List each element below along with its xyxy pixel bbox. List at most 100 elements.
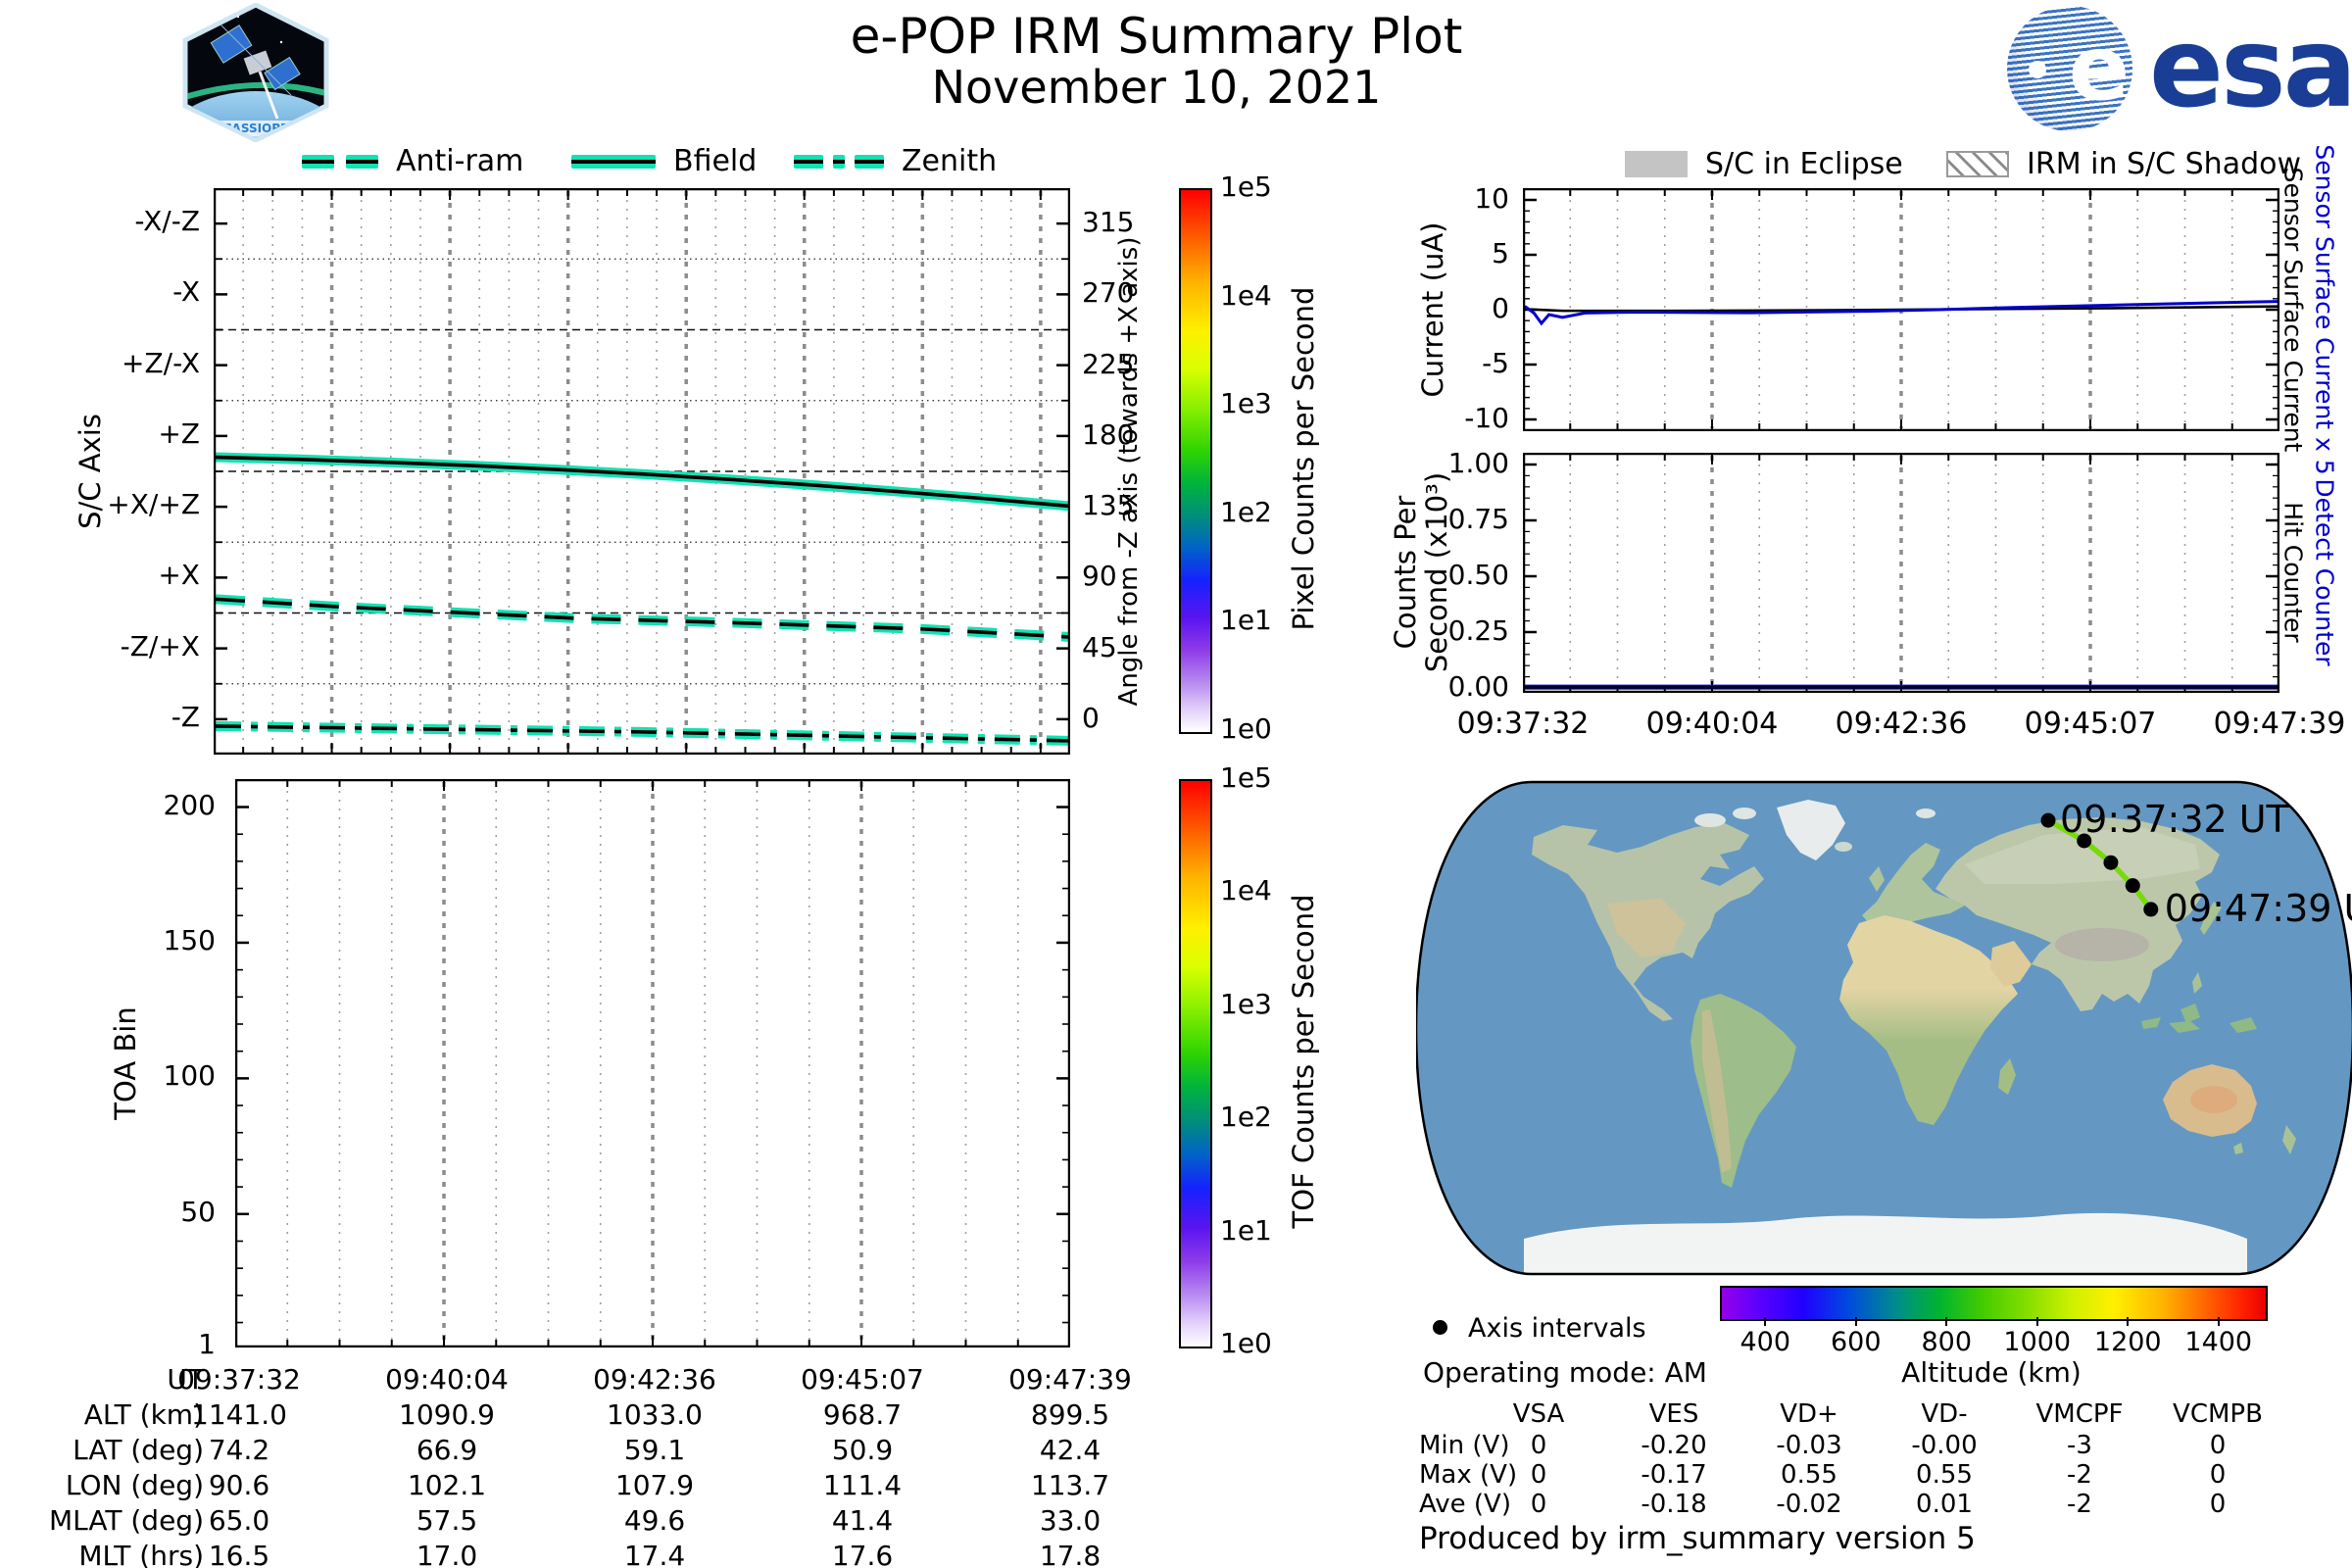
pixel-colorbar-caption: Pixel Counts per Second — [1287, 286, 1320, 631]
current-ytick: -10 — [1464, 402, 1509, 434]
right-time-tick: 09:42:36 — [1835, 707, 1968, 741]
voltage-cell: -0.00 — [1911, 1431, 1978, 1460]
counts-ytick: 0.50 — [1447, 559, 1509, 591]
voltage-cell: 0.55 — [1916, 1460, 1973, 1490]
ephemeris-cell: 17.4 — [623, 1540, 686, 1568]
legend-irm-shadow: IRM in S/C Shadow — [1946, 147, 2301, 181]
ephemeris-cell: 113.7 — [1030, 1469, 1110, 1501]
sc-axis-plot — [214, 188, 1070, 755]
voltage-cell: -0.17 — [1641, 1460, 1707, 1490]
right-time-tick: 09:40:04 — [1645, 707, 1779, 741]
voltage-cell: -3 — [2067, 1431, 2092, 1460]
zenith-dashdot-icon — [794, 154, 884, 169]
ephemeris-cell: 42.4 — [1039, 1434, 1102, 1466]
sc-left-tick: -Z/+X — [120, 629, 200, 662]
legend-zenith-label: Zenith — [902, 144, 998, 178]
epop-irm-summary-figure: CASSIOPE e-POP IRM Summary Plot November… — [0, 0, 2352, 1568]
sc-right-tick: 270 — [1082, 276, 1135, 310]
tof-cbar-tick: 1e2 — [1220, 1101, 1272, 1134]
legend-eclipse: S/C in Eclipse — [1625, 147, 1903, 181]
voltage-cell: 0 — [2209, 1460, 2227, 1490]
sc-right-tick: 45 — [1082, 630, 1117, 663]
ephemeris-cell: 1090.9 — [399, 1398, 495, 1431]
toa-ytick: 100 — [163, 1059, 216, 1093]
ephemeris-cell: 65.0 — [208, 1504, 270, 1537]
esa-globe-icon: e — [2007, 6, 2132, 131]
sc-left-tick: -Z — [171, 700, 200, 733]
sc-left-tick: +Z — [158, 416, 200, 450]
altitude-colorbar — [1720, 1286, 2268, 1321]
trajectory-end-label: 09:47:39 UT — [2164, 886, 2352, 930]
legend-anti-ram-label: Anti-ram — [396, 144, 524, 178]
right-time-tick: 09:45:07 — [2024, 707, 2157, 741]
esa-logo: e esa — [2007, 6, 2352, 133]
ephemeris-cell: 17.0 — [416, 1540, 478, 1568]
voltage-col-header: VD+ — [1780, 1399, 1838, 1429]
ephemeris-cell: 899.5 — [1030, 1398, 1110, 1431]
axis-intervals-label: Axis intervals — [1468, 1313, 1646, 1344]
alt-cbar-tickmark — [1854, 1317, 1857, 1326]
alt-cbar-tickmark — [2127, 1317, 2130, 1326]
produced-by-note: Produced by irm_summary version 5 — [1419, 1521, 1976, 1556]
ephemeris-cell: 16.5 — [208, 1540, 270, 1568]
alt-cbar-tickmark — [2217, 1317, 2220, 1326]
ephemeris-cell: 09:37:32 — [177, 1363, 301, 1396]
tof-colorbar — [1179, 779, 1212, 1348]
ephemeris-cell: 09:45:07 — [801, 1363, 924, 1396]
voltage-cell: 0 — [1530, 1460, 1547, 1490]
ephemeris-cell: 968.7 — [822, 1398, 903, 1431]
eclipse-swatch-icon — [1625, 151, 1688, 177]
ephemeris-cell: 1141.0 — [191, 1398, 287, 1431]
legend-zenith: Zenith — [794, 144, 997, 178]
ephemeris-cell: 17.6 — [831, 1540, 894, 1568]
sc-right-tick: 180 — [1082, 417, 1135, 451]
sc-right-tick: 90 — [1082, 560, 1117, 593]
current-ytick: 0 — [1492, 292, 1509, 324]
voltage-cell: -2 — [2067, 1460, 2092, 1490]
alt-cbar-tickmark — [2035, 1317, 2038, 1326]
toa-ytick: 150 — [163, 923, 216, 956]
ephemeris-cell: 17.8 — [1039, 1540, 1102, 1568]
alt-cbar-tickmark — [1764, 1317, 1767, 1326]
voltage-col-header: VCMPB — [2173, 1399, 2263, 1429]
sc-left-tick: +X/+Z — [107, 488, 200, 521]
bfield-line-icon — [571, 154, 656, 169]
toa-ytick: 50 — [180, 1195, 216, 1228]
current-ytick: 5 — [1492, 237, 1509, 270]
ephemeris-cell: 102.1 — [407, 1469, 487, 1501]
counts-right-label-inner: Hit Counter — [2278, 502, 2308, 643]
legend-bfield-label: Bfield — [673, 144, 758, 178]
tof-cbar-tick: 1e1 — [1220, 1213, 1272, 1247]
ephemeris-cell: 111.4 — [822, 1469, 903, 1501]
sensor-current-plot — [1523, 188, 2279, 431]
alt-cbar-tick: 800 — [1921, 1327, 1973, 1357]
voltage-cell: -0.20 — [1641, 1431, 1707, 1460]
ephemeris-cell: 33.0 — [1039, 1504, 1102, 1537]
page-subtitle: November 10, 2021 — [931, 61, 1382, 114]
current-right-label-outer: Sensor Surface Current x 5 — [2310, 144, 2339, 475]
esa-wordmark: esa — [2149, 5, 2352, 132]
voltage-cell: 0.01 — [1916, 1490, 1973, 1519]
sc-left-tick: +Z/-X — [122, 346, 200, 379]
tof-cbar-tick: 1e3 — [1220, 987, 1272, 1020]
counter-rates-plot — [1523, 453, 2279, 693]
counts-ytick: 1.00 — [1447, 447, 1509, 479]
voltage-cell: 0 — [1530, 1431, 1547, 1460]
anti-ram-dash-icon — [302, 154, 378, 169]
voltage-cell: 0.55 — [1781, 1460, 1838, 1490]
legend-anti-ram: Anti-ram — [302, 144, 523, 178]
voltage-cell: 0 — [2209, 1490, 2227, 1519]
ephemeris-cell: 90.6 — [208, 1469, 270, 1501]
current-ytick: -5 — [1482, 347, 1509, 379]
pixel-cbar-tick: 1e0 — [1220, 712, 1272, 745]
counts-ytick: 0.00 — [1447, 670, 1509, 703]
voltage-cell: -0.03 — [1776, 1431, 1842, 1460]
axis-intervals-dot-icon — [1433, 1320, 1447, 1335]
ephemeris-cell: 09:42:36 — [593, 1363, 716, 1396]
right-time-tick: 09:37:32 — [1456, 707, 1590, 741]
sc-left-tick: -X/-Z — [134, 205, 200, 238]
tof-colorbar-caption: TOF Counts per Second — [1287, 894, 1320, 1229]
trajectory-start-label: 09:37:32 UT — [2060, 798, 2289, 842]
tof-cbar-tick: 1e0 — [1220, 1327, 1272, 1359]
ephemeris-cell: 41.4 — [831, 1504, 894, 1537]
